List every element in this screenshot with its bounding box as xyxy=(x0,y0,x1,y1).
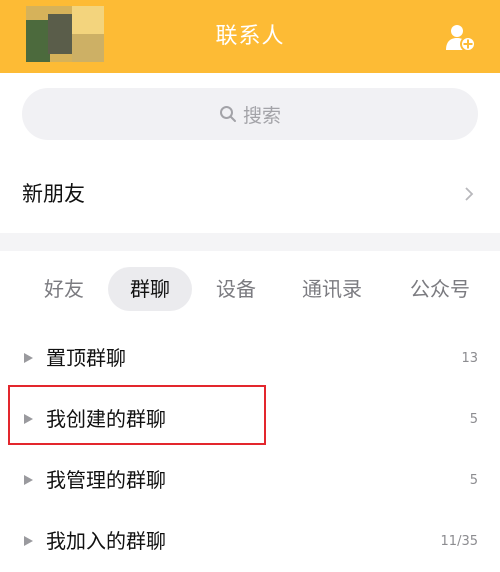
expand-triangle-icon xyxy=(24,475,33,485)
group-row-count: 13 xyxy=(461,351,478,366)
group-row-label: 我管理的群聊 xyxy=(46,468,166,492)
expand-triangle-icon xyxy=(24,536,33,546)
tab-devices[interactable]: 设备 xyxy=(204,267,268,311)
highlight-box xyxy=(8,385,266,445)
page-title: 联系人 xyxy=(215,24,285,49)
section-divider xyxy=(0,233,500,251)
group-row-managed[interactable]: 我管理的群聊 5 xyxy=(0,450,500,511)
search-icon xyxy=(219,106,236,122)
group-row-count: 5 xyxy=(469,412,478,427)
group-row-pinned[interactable]: 置顶群聊 13 xyxy=(0,328,500,389)
group-row-count: 11/35 xyxy=(440,534,478,549)
new-friends-row[interactable]: 新朋友 xyxy=(0,155,500,233)
group-row-label: 置顶群聊 xyxy=(46,346,126,370)
search-placeholder: 搜索 xyxy=(242,104,281,127)
tab-groups[interactable]: 群聊 xyxy=(108,267,192,311)
tab-address-book[interactable]: 通讯录 xyxy=(290,267,374,311)
chevron-right-icon xyxy=(465,187,474,201)
add-contact-icon[interactable] xyxy=(446,23,476,53)
tab-official-accounts[interactable]: 公众号 xyxy=(398,267,482,311)
group-row-joined[interactable]: 我加入的群聊 11/35 xyxy=(0,511,500,571)
tab-bar: 好友 群聊 设备 通讯录 公众号 xyxy=(0,251,500,329)
search-section: 搜索 xyxy=(0,73,500,155)
search-input[interactable]: 搜索 xyxy=(22,88,478,140)
group-row-count: 5 xyxy=(469,473,478,488)
group-row-label: 我加入的群聊 xyxy=(46,529,166,553)
new-friends-label: 新朋友 xyxy=(22,182,85,206)
tab-friends[interactable]: 好友 xyxy=(32,267,96,311)
top-bar: 联系人 xyxy=(0,0,500,73)
expand-triangle-icon xyxy=(24,353,33,363)
